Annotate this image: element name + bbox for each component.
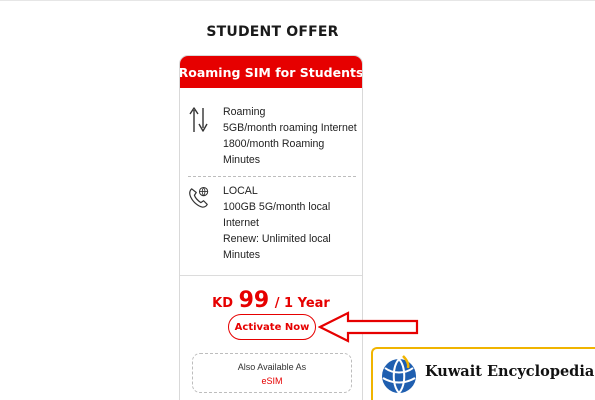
feature-line: LOCAL [223, 185, 258, 197]
top-divider [0, 0, 595, 1]
globe-logo-icon [382, 355, 416, 394]
offer-card-title: Roaming SIM for Students [180, 56, 362, 88]
feature-line: Renew: Unlimited local [223, 233, 331, 245]
offer-card: Roaming SIM for Students Roaming 5GB/mon… [179, 55, 363, 400]
section-title: STUDENT OFFER [206, 24, 339, 40]
also-available-label: Also Available As [237, 362, 307, 372]
also-available-box: Also Available As eSIM [192, 353, 352, 393]
price-amount: 99 [238, 288, 270, 313]
watermark: Kuwait Encyclopedia [371, 347, 595, 400]
feature-line: Roaming [223, 106, 266, 118]
activate-now-button[interactable]: Activate Now [228, 314, 316, 340]
roaming-arrows-icon [189, 107, 208, 132]
feature-line: 100GB 5G/month local [223, 201, 331, 213]
feature-line: 5GB/month roaming Internet [223, 122, 357, 134]
feature-line: 1800/month Roaming [223, 138, 325, 150]
feature-divider [188, 176, 356, 177]
feature-line: Minutes [223, 249, 261, 261]
esim-link[interactable]: eSIM [193, 376, 351, 386]
feature-line: Internet [223, 217, 259, 229]
left-arrow-icon [318, 311, 419, 343]
price-period: / 1 Year [274, 296, 330, 311]
price-currency: KD [212, 296, 233, 311]
watermark-text: Kuwait Encyclopedia [425, 363, 595, 380]
feature-line: Minutes [223, 154, 261, 166]
phone-globe-icon [189, 186, 209, 208]
